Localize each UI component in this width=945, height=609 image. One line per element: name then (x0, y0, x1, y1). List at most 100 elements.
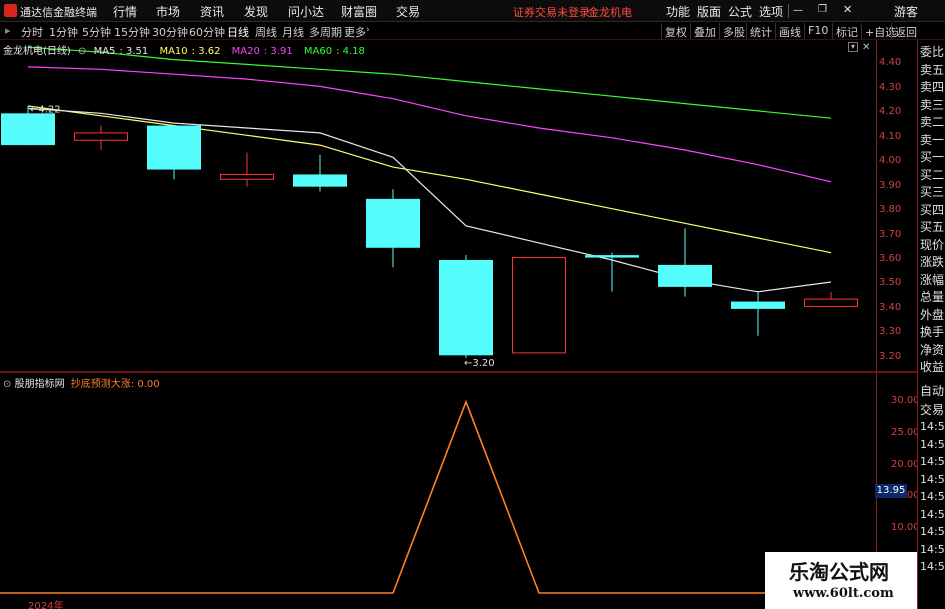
candle (731, 291, 785, 336)
indicator-tick: 20.00 (891, 458, 920, 470)
candle-body (74, 132, 128, 141)
candle (804, 291, 858, 307)
candle-body (731, 301, 785, 309)
quote-field-label: 委比 (920, 45, 945, 59)
indicator-tick: 10.00 (891, 522, 920, 534)
menu-ask[interactable]: 问小达 (288, 3, 324, 20)
menu-divider (788, 4, 789, 18)
quote-field-label: 总量 (920, 290, 945, 304)
menu-trade[interactable]: 交易 (396, 3, 420, 20)
period-5min[interactable]: 5分钟 (82, 24, 111, 40)
price-tick: 4.30 (879, 81, 902, 93)
indicator-header: ⊙ 股朋指标网 抄底预测大涨: 0.00 (3, 375, 160, 390)
period-daily[interactable]: 日线 (227, 24, 249, 40)
indicator-name[interactable]: 股朋指标网 (15, 379, 65, 390)
quote-field-label: 14:56 (920, 455, 945, 468)
watermark-url: www.60lt.com (793, 586, 894, 601)
indicator-line (0, 399, 876, 594)
settings-icon[interactable]: ⊙ (78, 46, 86, 57)
candlestick-chart[interactable]: ←4.22 ←3.20 (0, 40, 876, 370)
mark-button[interactable]: 标记 (832, 23, 861, 39)
app-logo-icon (4, 4, 17, 17)
menu-layout[interactable]: 版面 (697, 3, 721, 20)
quote-field-label: 涨跌 (920, 255, 945, 269)
quote-field-label: 14:56 (920, 507, 945, 521)
menu-options[interactable]: 选项 (759, 3, 783, 20)
ma5-label: MA5: 3.51 (93, 46, 149, 57)
quote-field-label: 卖一 (920, 132, 945, 147)
candle (74, 125, 128, 150)
scroll-down-icon[interactable]: ▾ (848, 42, 858, 52)
menu-news[interactable]: 资讯 (200, 3, 224, 20)
candle (439, 255, 493, 358)
restore-icon[interactable]: ❐ (818, 4, 827, 15)
period-15min[interactable]: 15分钟 (114, 24, 150, 40)
adjust-button[interactable]: 复权 (661, 23, 690, 39)
quote-field-label: 14:56 (920, 542, 945, 556)
indicator-series-label: 抄底预测大涨: 0.00 (70, 379, 160, 390)
minimize-icon[interactable]: — (793, 5, 803, 16)
quote-field-label: 14:56 (920, 437, 945, 451)
candle-body (293, 174, 347, 187)
menu-wealth[interactable]: 财富圈 (341, 3, 377, 20)
menu-market[interactable]: 行情 (113, 3, 137, 20)
quote-field-label: 14:56 (920, 472, 945, 486)
quote-field-label: 买五 (920, 220, 945, 234)
quote-field-label: 买四 (920, 202, 945, 217)
watermark: 乐淘公式网 www.60lt.com (765, 552, 917, 609)
chart-title: 金龙机电(日线) (3, 46, 71, 57)
draw-line-button[interactable]: 画线 (775, 23, 804, 39)
indicator-tick: 30.00 (891, 394, 920, 406)
period-60min[interactable]: 60分钟 (189, 24, 225, 40)
trade-login-notice[interactable]: 证券交易未登录 (513, 4, 590, 20)
close-window-icon[interactable]: ✕ (843, 3, 852, 16)
guest-user[interactable]: 游客 (894, 3, 918, 20)
period-more[interactable]: 更多 (344, 24, 366, 40)
menu-market-overview[interactable]: 市场 (156, 3, 180, 20)
price-tick: 3.40 (879, 301, 902, 313)
period-intraday[interactable]: 分时 (21, 24, 43, 40)
f10-button[interactable]: F10 (804, 23, 831, 39)
high-annotation: ←4.22 (30, 104, 61, 115)
indicator-settings-icon[interactable]: ⊙ (3, 379, 11, 390)
quote-field-label: 买三 (920, 185, 945, 199)
price-tick: 3.20 (879, 350, 902, 362)
period-multi[interactable]: 多周期 (309, 24, 342, 40)
menu-function[interactable]: 功能 (666, 3, 690, 20)
candle-body (804, 298, 858, 307)
menu-formula[interactable]: 公式 (728, 3, 752, 20)
menu-discover[interactable]: 发现 (244, 3, 268, 20)
quote-field-label: 涨幅 (920, 272, 945, 287)
quote-field-label: 14:56 (920, 490, 945, 503)
quote-field-label: 收益 (920, 360, 945, 374)
overlay-button[interactable]: 叠加 (690, 23, 719, 39)
quote-field-label: 买一 (920, 150, 945, 164)
price-tick: 3.90 (879, 179, 902, 191)
period-1min[interactable]: 1分钟 (49, 24, 78, 40)
candle-body (366, 198, 420, 248)
candle (147, 125, 201, 180)
quote-field-label: 自动 (920, 384, 945, 398)
quote-field-label: 现价 (920, 237, 945, 252)
quote-field-label: 净资 (920, 342, 945, 357)
low-annotation: ←3.20 (464, 358, 495, 369)
quote-field-label: 交易 (920, 403, 945, 417)
quote-column: 委比 卖五 卖四 卖三 卖二 卖一 买一 买二 买三 买四 买五 现价 涨跌 涨幅 总量 外盘 换手 净资 收益 自动… (917, 40, 945, 609)
period-weekly[interactable]: 周线 (255, 24, 277, 40)
quote-field-label: 卖二 (920, 115, 945, 129)
chevron-right-icon[interactable]: › (366, 25, 370, 35)
price-tick: 4.40 (879, 57, 902, 69)
quote-field-label: 14:56 (920, 420, 945, 433)
back-button[interactable]: 返回 (891, 23, 920, 39)
indicator-tick: 25.00 (891, 426, 920, 438)
price-tick: 3.80 (879, 204, 902, 216)
indicator-chart[interactable] (0, 373, 876, 609)
statistics-button[interactable]: 统计 (746, 23, 775, 39)
quote-field-label: 换手 (920, 325, 945, 339)
period-30min[interactable]: 30分钟 (152, 24, 188, 40)
period-monthly[interactable]: 月线 (282, 24, 304, 40)
candle-body (1, 113, 55, 146)
close-panel-icon[interactable]: ✕ (862, 42, 870, 53)
multi-stock-button[interactable]: 多股 (719, 23, 748, 39)
price-tick: 3.30 (879, 326, 902, 338)
